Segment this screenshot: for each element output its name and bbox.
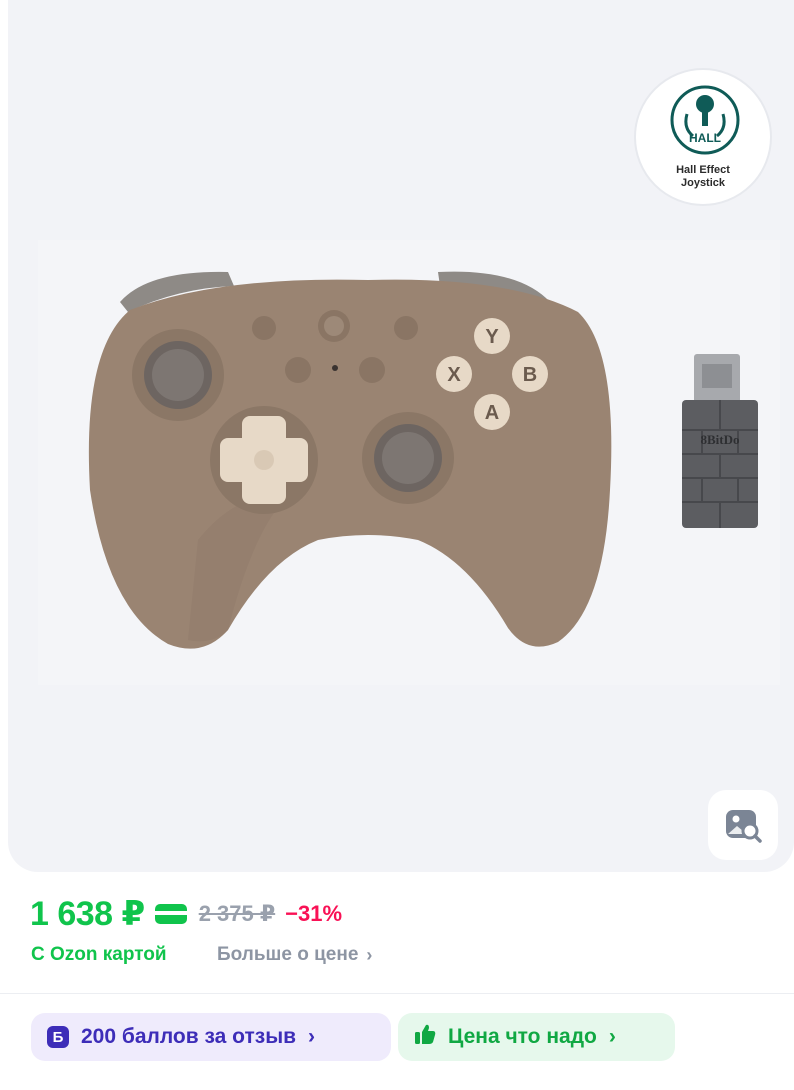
face-button-a: A — [485, 402, 499, 424]
more-about-price-link[interactable]: Больше о цене › — [217, 944, 372, 966]
chevron-right-icon: › — [608, 1025, 616, 1048]
product-image[interactable]: Y X B A 8BitDo — [38, 240, 780, 685]
product-gallery[interactable]: Y X B A 8BitDo HALL Hall Effect Joystick — [8, 0, 794, 872]
hall-caption-line2: Joystick — [680, 177, 726, 189]
old-price: 2 375 ₽ — [198, 901, 276, 926]
gamepad-illustration: Y X B A 8BitDo — [88, 271, 758, 649]
image-search-icon — [726, 810, 762, 843]
review-points-button[interactable]: Б 200 баллов за отзыв › — [31, 1013, 391, 1061]
chevron-right-icon: › — [366, 944, 373, 965]
points-icon: Б — [47, 1026, 69, 1048]
adapter-brand-label: 8BitDo — [701, 432, 740, 447]
divider — [0, 993, 794, 994]
ozon-card-note: С Ozon картой — [31, 944, 167, 965]
chevron-right-icon: › — [308, 1025, 316, 1048]
ozon-card-icon — [154, 904, 187, 924]
hall-joystick-icon: HALL — [670, 85, 740, 155]
hall-icon-text: HALL — [689, 131, 721, 145]
hall-caption: Hall Effect Joystick — [636, 164, 770, 190]
image-search-button[interactable] — [708, 790, 778, 860]
good-price-button[interactable]: Цена что надо › — [398, 1013, 675, 1061]
review-points-label: 200 баллов за отзыв — [81, 1025, 297, 1048]
current-price: 1 638 ₽ — [30, 895, 145, 933]
face-button-b: B — [523, 364, 537, 386]
face-button-y: Y — [485, 326, 499, 348]
discount-badge: −31% — [285, 901, 343, 926]
thumbs-up-icon — [414, 1023, 436, 1051]
price-row: 1 638 ₽ 2 375 ₽ −31% — [30, 892, 342, 936]
more-about-price-label: Больше о цене — [217, 944, 359, 965]
good-price-label: Цена что надо — [448, 1025, 597, 1048]
hall-caption-line1: Hall Effect — [676, 164, 730, 176]
hall-effect-badge: HALL Hall Effect Joystick — [634, 68, 772, 206]
face-button-x: X — [447, 364, 461, 386]
